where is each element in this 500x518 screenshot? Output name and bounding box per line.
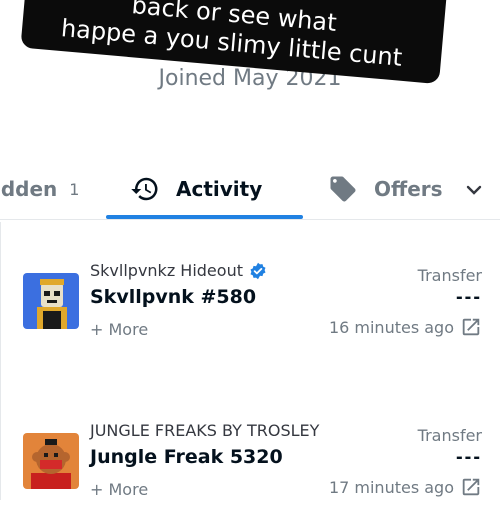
tab-hidden-label: idden	[0, 177, 58, 201]
tab-activity-label: Activity	[176, 177, 263, 201]
more-button[interactable]: + More	[90, 480, 148, 499]
time-label: 16 minutes ago	[328, 317, 454, 337]
external-link-icon[interactable]	[460, 476, 482, 498]
tab-hidden[interactable]: idden 1	[0, 160, 79, 218]
nft-thumbnail[interactable]	[23, 273, 79, 329]
tab-activity[interactable]: Activity	[130, 160, 262, 218]
activity-list: Skvllpvnkz Hideout Skvllpvnk #580 + More…	[0, 222, 500, 500]
event-type: Transfer	[417, 426, 482, 445]
chevron-down-icon[interactable]	[462, 178, 486, 207]
price: ---	[456, 286, 482, 308]
collection-name[interactable]: Skvllpvnkz Hideout	[90, 261, 267, 280]
event-type: Transfer	[417, 266, 482, 285]
time-label: 17 minutes ago	[328, 477, 454, 497]
more-button[interactable]: + More	[90, 320, 148, 339]
tab-divider	[0, 219, 500, 220]
price: ---	[456, 446, 482, 468]
history-icon	[130, 174, 160, 204]
tab-offers-label: Offers	[374, 177, 443, 201]
nft-name[interactable]: Jungle Freak 5320	[90, 446, 283, 468]
collection-label: Skvllpvnkz Hideout	[90, 261, 243, 280]
nft-thumbnail[interactable]	[23, 433, 79, 489]
tag-icon	[328, 174, 358, 204]
external-link-icon[interactable]	[460, 316, 482, 338]
collection-name[interactable]: JUNGLE FREAKS BY TROSLEY	[90, 421, 319, 440]
collection-label: JUNGLE FREAKS BY TROSLEY	[90, 421, 320, 440]
nft-name[interactable]: Skvllpvnk #580	[90, 286, 256, 308]
tab-offers[interactable]: Offers	[328, 160, 443, 218]
activity-row[interactable]: Skvllpvnkz Hideout Skvllpvnk #580 + More…	[1, 258, 500, 358]
verified-badge-icon	[249, 262, 267, 280]
activity-row[interactable]: JUNGLE FREAKS BY TROSLEY Jungle Freak 53…	[1, 418, 500, 518]
event-time[interactable]: 17 minutes ago	[329, 476, 482, 498]
tab-hidden-count: 1	[69, 179, 80, 199]
event-time[interactable]: 16 minutes ago	[329, 316, 482, 338]
profile-tabs: idden 1 Activity Offers	[0, 160, 500, 222]
